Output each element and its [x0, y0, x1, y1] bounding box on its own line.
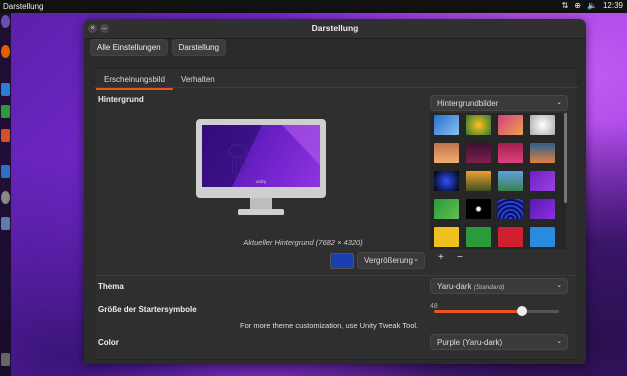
wallpaper-thumbnail[interactable]	[498, 199, 523, 219]
wallpaper-source-value: Hintergrundbilder	[437, 99, 499, 108]
settings-window: × – Darstellung Alle Einstellungen Darst…	[84, 19, 586, 364]
ubuntu-icon[interactable]	[1, 15, 10, 28]
add-wallpaper-button[interactable]: +	[438, 252, 444, 263]
divider	[94, 275, 578, 276]
launcher-size-label: Größe der Startersymbole	[98, 305, 197, 314]
color-label: Color	[98, 338, 119, 347]
firefox-icon[interactable]	[1, 45, 10, 58]
wallpaper-thumbnail[interactable]	[530, 199, 555, 219]
current-wallpaper-caption: Aktueller Hintergrund (7682 × 4320)	[243, 238, 363, 247]
color-value: Purple (Yaru-dark)	[437, 338, 503, 347]
wallpaper-mode-value: Vergrößerung	[364, 256, 413, 265]
gallery-scrollbar[interactable]	[564, 113, 567, 203]
wallpaper-thumbnail[interactable]	[434, 227, 459, 247]
color-swatch-button[interactable]	[330, 253, 354, 269]
slider-fill	[434, 310, 522, 313]
wallpaper-thumbnail[interactable]	[530, 115, 555, 135]
breadcrumb-all-settings[interactable]: Alle Einstellungen	[90, 39, 168, 56]
wallpaper-preview: unity	[202, 125, 320, 187]
wallpaper-thumbnail[interactable]	[434, 171, 459, 191]
active-app-name: Darstellung	[3, 2, 44, 11]
theme-select[interactable]: Yaru-dark (Standard) ⌄	[430, 278, 568, 294]
language-icon[interactable]: ⊕	[574, 1, 581, 10]
launcher-dock	[0, 13, 11, 376]
wallpaper-thumbnail[interactable]	[466, 199, 491, 219]
impress-icon[interactable]	[1, 129, 10, 142]
wallpaper-thumbnail[interactable]	[530, 143, 555, 163]
wallpaper-thumbnail[interactable]	[434, 199, 459, 219]
wallpaper-thumbnail[interactable]	[498, 171, 523, 191]
system-tray: ⇅ ⊕ 🔈 12:39	[562, 1, 623, 10]
theme-value-suffix: (Standard)	[473, 284, 505, 291]
theme-label: Thema	[98, 282, 124, 291]
breadcrumb: Alle Einstellungen Darstellung	[90, 39, 227, 56]
remove-wallpaper-button[interactable]: −	[457, 252, 463, 263]
launcher-size-value: 48	[430, 303, 438, 310]
wallpaper-mode-select[interactable]: Vergrößerung ⌄	[357, 252, 425, 269]
slider-handle[interactable]	[516, 306, 527, 316]
wallpaper-thumbnail[interactable]	[498, 143, 523, 163]
top-panel: Darstellung ⇅ ⊕ 🔈 12:39	[0, 0, 627, 13]
monitor-brand: unity	[256, 179, 267, 184]
chevron-down-icon: ⌄	[556, 282, 562, 289]
network-icon[interactable]: ⇅	[562, 1, 569, 10]
monitor-base	[238, 209, 284, 215]
wallpaper-thumbnail[interactable]	[434, 143, 459, 163]
chevron-down-icon: ⌄	[556, 338, 562, 345]
color-select[interactable]: Purple (Yaru-dark) ⌄	[430, 334, 568, 350]
tweak-tool-note: For more theme customization, use Unity …	[240, 321, 419, 330]
monitor-stand	[250, 198, 272, 209]
volume-icon[interactable]: 🔈	[587, 1, 597, 10]
wallpaper-thumbnail[interactable]	[466, 115, 491, 135]
writer-icon[interactable]	[1, 83, 10, 96]
clock[interactable]: 12:39	[603, 1, 623, 10]
tab-divider	[94, 87, 578, 88]
wallpaper-thumbnail[interactable]	[498, 227, 523, 247]
wallpaper-thumbnail[interactable]	[498, 115, 523, 135]
calc-icon[interactable]	[1, 105, 10, 118]
wallpaper-thumbnail[interactable]	[434, 115, 459, 135]
wallpaper-thumbnail[interactable]	[466, 143, 491, 163]
window-titlebar: × – Darstellung	[84, 19, 586, 39]
launcher-size-slider[interactable]	[434, 306, 559, 316]
theme-value: Yaru-dark	[437, 282, 472, 291]
wallpaper-thumbnail[interactable]	[466, 171, 491, 191]
settings-icon[interactable]	[1, 191, 10, 204]
software-icon[interactable]	[1, 165, 10, 178]
window-title: Darstellung	[311, 23, 359, 33]
wallpaper-source-select[interactable]: Hintergrundbilder ⌄	[430, 95, 568, 111]
chevron-down-icon: ⌄	[556, 99, 562, 106]
chevron-down-icon: ⌄	[413, 256, 419, 263]
background-label: Hintergrund	[98, 95, 144, 104]
wallpaper-thumbnail[interactable]	[530, 227, 555, 247]
wallpaper-gallery	[430, 113, 566, 249]
appearance-icon[interactable]	[1, 217, 10, 230]
wallpaper-thumbnail[interactable]	[466, 227, 491, 247]
wallpaper-thumbnail[interactable]	[530, 171, 555, 191]
trash-icon[interactable]	[1, 353, 10, 366]
breadcrumb-appearance[interactable]: Darstellung	[171, 39, 227, 56]
